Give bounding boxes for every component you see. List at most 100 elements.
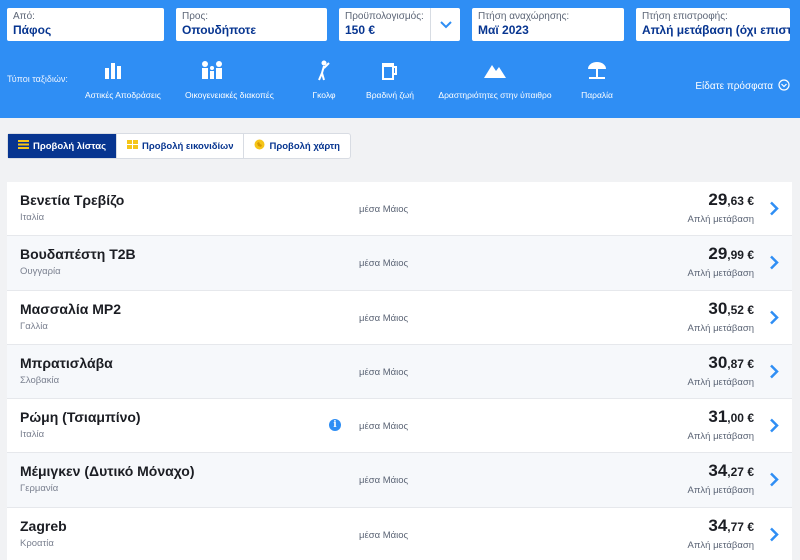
trip-type-text: Απλή μετάβαση xyxy=(687,431,755,443)
list-item[interactable]: Βενετία Τρεβίζο Ιταλία μέσα Μάιος 29,63 … xyxy=(7,182,792,237)
price: 29,99 € xyxy=(708,244,754,264)
departure-field[interactable]: Πτήση αναχώρησης: Μαϊ 2023 xyxy=(472,8,624,41)
price: 34,77 € xyxy=(708,516,754,536)
beer-icon xyxy=(362,60,418,82)
price-integer: 31 xyxy=(708,407,728,427)
travel-period: μέσα Μάιος xyxy=(359,529,409,541)
tab-grid-view[interactable]: Προβολή εικονιδίων xyxy=(117,134,245,158)
destination-city: Βουδαπέστη T2B xyxy=(20,246,136,263)
travel-period: μέσα Μάιος xyxy=(359,366,409,378)
price-decimal: ,52 € xyxy=(727,302,754,317)
info-icon[interactable]: i xyxy=(329,419,341,432)
tab-list-view[interactable]: Προβολή λίστας xyxy=(8,134,118,158)
chevron-right-icon[interactable] xyxy=(769,201,779,221)
family-icon xyxy=(185,60,239,82)
trip-type-city[interactable]: Αστικές Αποδράσεις xyxy=(85,60,161,103)
price-integer: 29 xyxy=(708,190,728,209)
price-integer: 29 xyxy=(708,244,728,264)
search-header: Από: Πάφος Προς: Οπουδήποτε Προϋπολογισμ… xyxy=(0,0,800,118)
departure-label: Πτήση αναχώρησης: xyxy=(478,11,570,22)
trip-types-label: Τύποι ταξιδιών: xyxy=(7,74,68,84)
trip-type-golf[interactable]: Γκολφ xyxy=(302,60,346,103)
list-item[interactable]: Μέμιγκεν (Δυτικό Μόναχο) Γερμανία μέσα Μ… xyxy=(7,453,792,508)
to-label: Προς: xyxy=(182,11,209,22)
destination-country: Γαλλία xyxy=(20,320,48,332)
destination-country: Ιταλία xyxy=(20,212,45,223)
trip-type-outdoor[interactable]: Δραστηριότητες στην ύπαιθρο xyxy=(438,60,552,103)
trip-type-text: Απλή μετάβαση xyxy=(687,322,755,334)
list-item[interactable]: Μασσαλία MP2 Γαλλία μέσα Μάιος 30,52 € Α… xyxy=(7,290,792,345)
price-decimal: ,87 € xyxy=(727,356,754,371)
to-field[interactable]: Προς: Οπουδήποτε xyxy=(176,8,327,41)
destination-city: Μασσαλία MP2 xyxy=(20,300,121,317)
budget-select[interactable]: Προϋπολογισμός: 150 € xyxy=(339,8,460,41)
price-decimal: ,00 € xyxy=(727,411,754,426)
recently-viewed-label: Είδατε πρόσφατα xyxy=(695,81,773,92)
list-icon xyxy=(18,140,29,152)
price-decimal: ,77 € xyxy=(727,519,754,534)
travel-period: μέσα Μάιος xyxy=(359,475,409,487)
destination-city: Μέμιγκεν (Δυτικό Μόναχο) xyxy=(20,463,195,480)
beach-umbrella-icon xyxy=(575,60,619,82)
trip-type-text: Απλή μετάβαση xyxy=(687,214,755,225)
trip-type-text: Απλή μετάβαση xyxy=(687,376,755,388)
travel-period: μέσα Μάιος xyxy=(359,204,409,215)
price-integer: 34 xyxy=(708,461,728,481)
destination-country: Κροατία xyxy=(20,537,54,549)
trip-type-family[interactable]: Οικογενειακές διακοπές xyxy=(185,60,274,103)
price-decimal: ,63 € xyxy=(727,194,754,208)
chevron-right-icon[interactable] xyxy=(769,255,779,275)
trip-type-text: Απλή μετάβαση xyxy=(687,485,755,497)
map-icon xyxy=(254,139,265,153)
return-label: Πτήση επιστροφής: xyxy=(642,11,728,22)
chevron-right-icon[interactable] xyxy=(769,472,779,492)
chevron-right-icon[interactable] xyxy=(769,364,779,384)
trip-type-text: Απλή μετάβαση xyxy=(687,539,755,551)
chevron-right-icon[interactable] xyxy=(769,527,779,547)
grid-icon xyxy=(127,140,139,152)
recently-viewed-button[interactable]: Είδατε πρόσφατα xyxy=(695,79,790,94)
from-value: Πάφος xyxy=(13,23,52,37)
return-value: Απλή μετάβαση (όχι επιστρο xyxy=(642,23,790,37)
from-field[interactable]: Από: Πάφος xyxy=(7,8,164,41)
view-switcher: Προβολή λίστας Προβολή εικονιδίων Προβολ… xyxy=(7,133,351,159)
to-value: Οπουδήποτε xyxy=(182,23,257,37)
trip-type-label: Δραστηριότητες στην ύπαιθρο xyxy=(438,90,552,100)
tab-map-view[interactable]: Προβολή χάρτη xyxy=(244,134,350,158)
list-item[interactable]: Βουδαπέστη T2B Ουγγαρία μέσα Μάιος 29,99… xyxy=(7,236,792,291)
price: 30,52 € xyxy=(708,299,754,319)
from-label: Από: xyxy=(13,11,35,22)
price: 29,63 € xyxy=(708,190,754,210)
list-item[interactable]: Μπρατισλάβα Σλοβακία μέσα Μάιος 30,87 € … xyxy=(7,344,792,400)
return-field[interactable]: Πτήση επιστροφής: Απλή μετάβαση (όχι επι… xyxy=(636,8,790,41)
list-item[interactable]: Ρώμη (Τσιαμπίνο) Ιταλία i μέσα Μάιος 31,… xyxy=(7,399,792,454)
trip-type-label: Αστικές Αποδράσεις xyxy=(85,90,161,100)
list-item[interactable]: Zagreb Κροατία μέσα Μάιος 34,77 € Απλή μ… xyxy=(7,507,792,560)
destination-city: Ρώμη (Τσιαμπίνο) xyxy=(20,409,141,426)
chevron-down-icon[interactable] xyxy=(430,8,460,41)
trip-type-beach[interactable]: Παραλία xyxy=(575,60,619,103)
chevron-right-icon[interactable] xyxy=(769,310,779,330)
travel-period: μέσα Μάιος xyxy=(359,421,409,433)
destination-country: Ουγγαρία xyxy=(20,266,61,278)
trip-type-label: Οικογενειακές διακοπές xyxy=(185,90,274,100)
price: 34,27 € xyxy=(708,461,754,481)
price-integer: 30 xyxy=(708,298,728,318)
trip-type-label: Γκολφ xyxy=(312,90,336,100)
chevron-right-icon[interactable] xyxy=(769,418,779,438)
travel-period: μέσα Μάιος xyxy=(359,258,409,270)
trip-type-label: Βραδινή ζωή xyxy=(366,90,414,100)
price-decimal: ,99 € xyxy=(727,248,754,263)
results-list: Βενετία Τρεβίζο Ιταλία μέσα Μάιος 29,63 … xyxy=(7,182,792,560)
chevron-down-circle-icon xyxy=(778,79,790,94)
tab-label: Προβολή εικονιδίων xyxy=(142,140,234,152)
destination-city: Μπρατισλάβα xyxy=(20,354,113,371)
price-integer: 34 xyxy=(708,515,728,535)
price: 30,87 € xyxy=(708,353,754,373)
trip-type-text: Απλή μετάβαση xyxy=(687,268,755,280)
price: 31,00 € xyxy=(708,407,754,427)
price-integer: 30 xyxy=(708,352,728,372)
city-icon xyxy=(85,60,141,82)
trip-type-nightlife[interactable]: Βραδινή ζωή xyxy=(362,60,418,103)
tab-label: Προβολή λίστας xyxy=(33,140,107,152)
